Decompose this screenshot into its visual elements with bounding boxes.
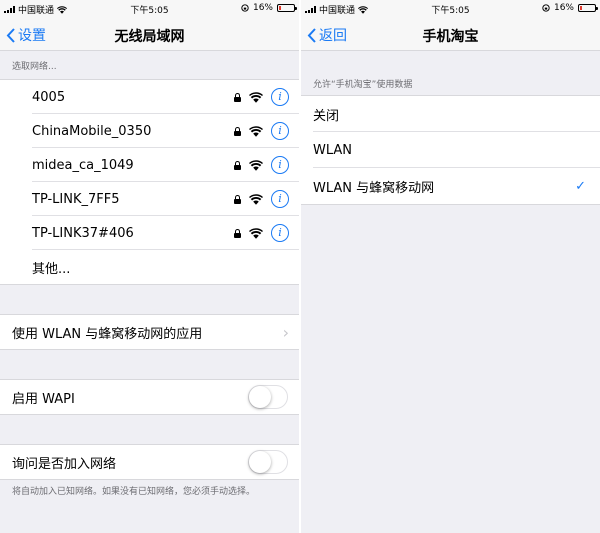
toggle-knob [249, 451, 271, 473]
network-name: TP-LINK_7FF5 [32, 191, 120, 207]
network-name: 4005 [32, 89, 66, 105]
wapi-group: 启用 WAPI [0, 379, 299, 415]
ask-join-row: 询问是否加入网络 [0, 445, 299, 479]
network-row[interactable]: midea_ca_1049 i [0, 148, 299, 182]
wifi-icon [249, 227, 263, 239]
data-section-label: 允许“手机淘宝”使用数据 [313, 80, 413, 90]
network-row[interactable]: TP-LINK37#406 i [0, 216, 299, 250]
apps-group: 使用 WLAN 与蜂窝移动网的应用 › [0, 314, 299, 350]
wapi-label: 启用 WAPI [12, 391, 75, 407]
other-network-label: 其他... [32, 261, 71, 277]
network-name: midea_ca_1049 [32, 157, 134, 173]
navigation-bar: 设置 无线局域网 [0, 17, 299, 51]
data-option-row[interactable]: 关闭 [301, 96, 600, 132]
ask-join-group: 询问是否加入网络 [0, 444, 299, 480]
info-icon[interactable]: i [271, 224, 289, 242]
chevron-right-icon: › [282, 322, 289, 342]
orientation-lock-icon [241, 4, 249, 12]
lock-icon [234, 126, 241, 136]
wlan-settings-screen: 中国联通 下午5:05 16% 设置 无线局域网 选取网络... 4005 i Ch… [0, 0, 299, 533]
navigation-bar: 返回 手机淘宝 [301, 17, 600, 51]
wlan-apps-label: 使用 WLAN 与蜂窝移动网的应用 [12, 326, 203, 342]
toggle-knob [249, 386, 271, 408]
data-option-label: 关闭 [313, 108, 340, 124]
other-network-row[interactable]: 其他... [0, 250, 299, 284]
data-option-label: WLAN 与蜂窝移动网 [313, 180, 435, 196]
wifi-icon [249, 159, 263, 171]
page-title: 无线局域网 [114, 29, 185, 45]
wifi-icon [249, 91, 263, 103]
info-icon[interactable]: i [271, 156, 289, 174]
networks-section-label: 选取网络... [12, 62, 57, 72]
data-option-row[interactable]: WLAN [301, 132, 600, 168]
info-icon[interactable]: i [271, 122, 289, 140]
battery-percent: 16% [252, 3, 273, 13]
lock-icon [234, 228, 241, 238]
data-options-list: 关闭 WLAN WLAN 与蜂窝移动网 ✓ [301, 95, 600, 205]
data-option-label: WLAN [313, 142, 353, 158]
info-icon[interactable]: i [271, 88, 289, 106]
network-name: ChinaMobile_0350 [32, 123, 152, 139]
network-name: TP-LINK37#406 [32, 225, 134, 241]
wifi-icon [249, 125, 263, 137]
lock-icon [234, 194, 241, 204]
lock-icon [234, 92, 241, 102]
page-title: 手机淘宝 [422, 29, 479, 45]
data-option-row[interactable]: WLAN 与蜂窝移动网 ✓ [301, 168, 600, 204]
battery-icon [277, 4, 297, 12]
wlan-apps-row[interactable]: 使用 WLAN 与蜂窝移动网的应用 › [0, 315, 299, 349]
network-row[interactable]: 4005 i [0, 80, 299, 114]
ask-join-toggle[interactable] [248, 450, 288, 474]
battery-icon [578, 4, 598, 12]
battery-percent: 16% [553, 3, 574, 13]
checkmark-icon: ✓ [575, 178, 586, 194]
status-bar: 中国联通 下午5:05 16% [301, 0, 600, 17]
app-data-screen: 中国联通 下午5:05 16% 返回 手机淘宝 允许“手机淘宝”使用数据 关闭 W… [301, 0, 600, 533]
network-list: 4005 i ChinaMobile_0350 i midea_ca_1049 i TP-L… [0, 79, 299, 285]
wifi-icon [249, 193, 263, 205]
wapi-toggle[interactable] [248, 385, 288, 409]
info-icon[interactable]: i [271, 190, 289, 208]
ask-join-label: 询问是否加入网络 [12, 456, 117, 472]
network-row[interactable]: TP-LINK_7FF5 i [0, 182, 299, 216]
status-bar: 中国联通 下午5:05 16% [0, 0, 299, 17]
ask-join-footnote: 将自动加入已知网络。如果没有已知网络，您必须手动选择。 [12, 487, 256, 497]
network-row[interactable]: ChinaMobile_0350 i [0, 114, 299, 148]
wapi-row: 启用 WAPI [0, 380, 299, 414]
orientation-lock-icon [542, 4, 550, 12]
lock-icon [234, 160, 241, 170]
